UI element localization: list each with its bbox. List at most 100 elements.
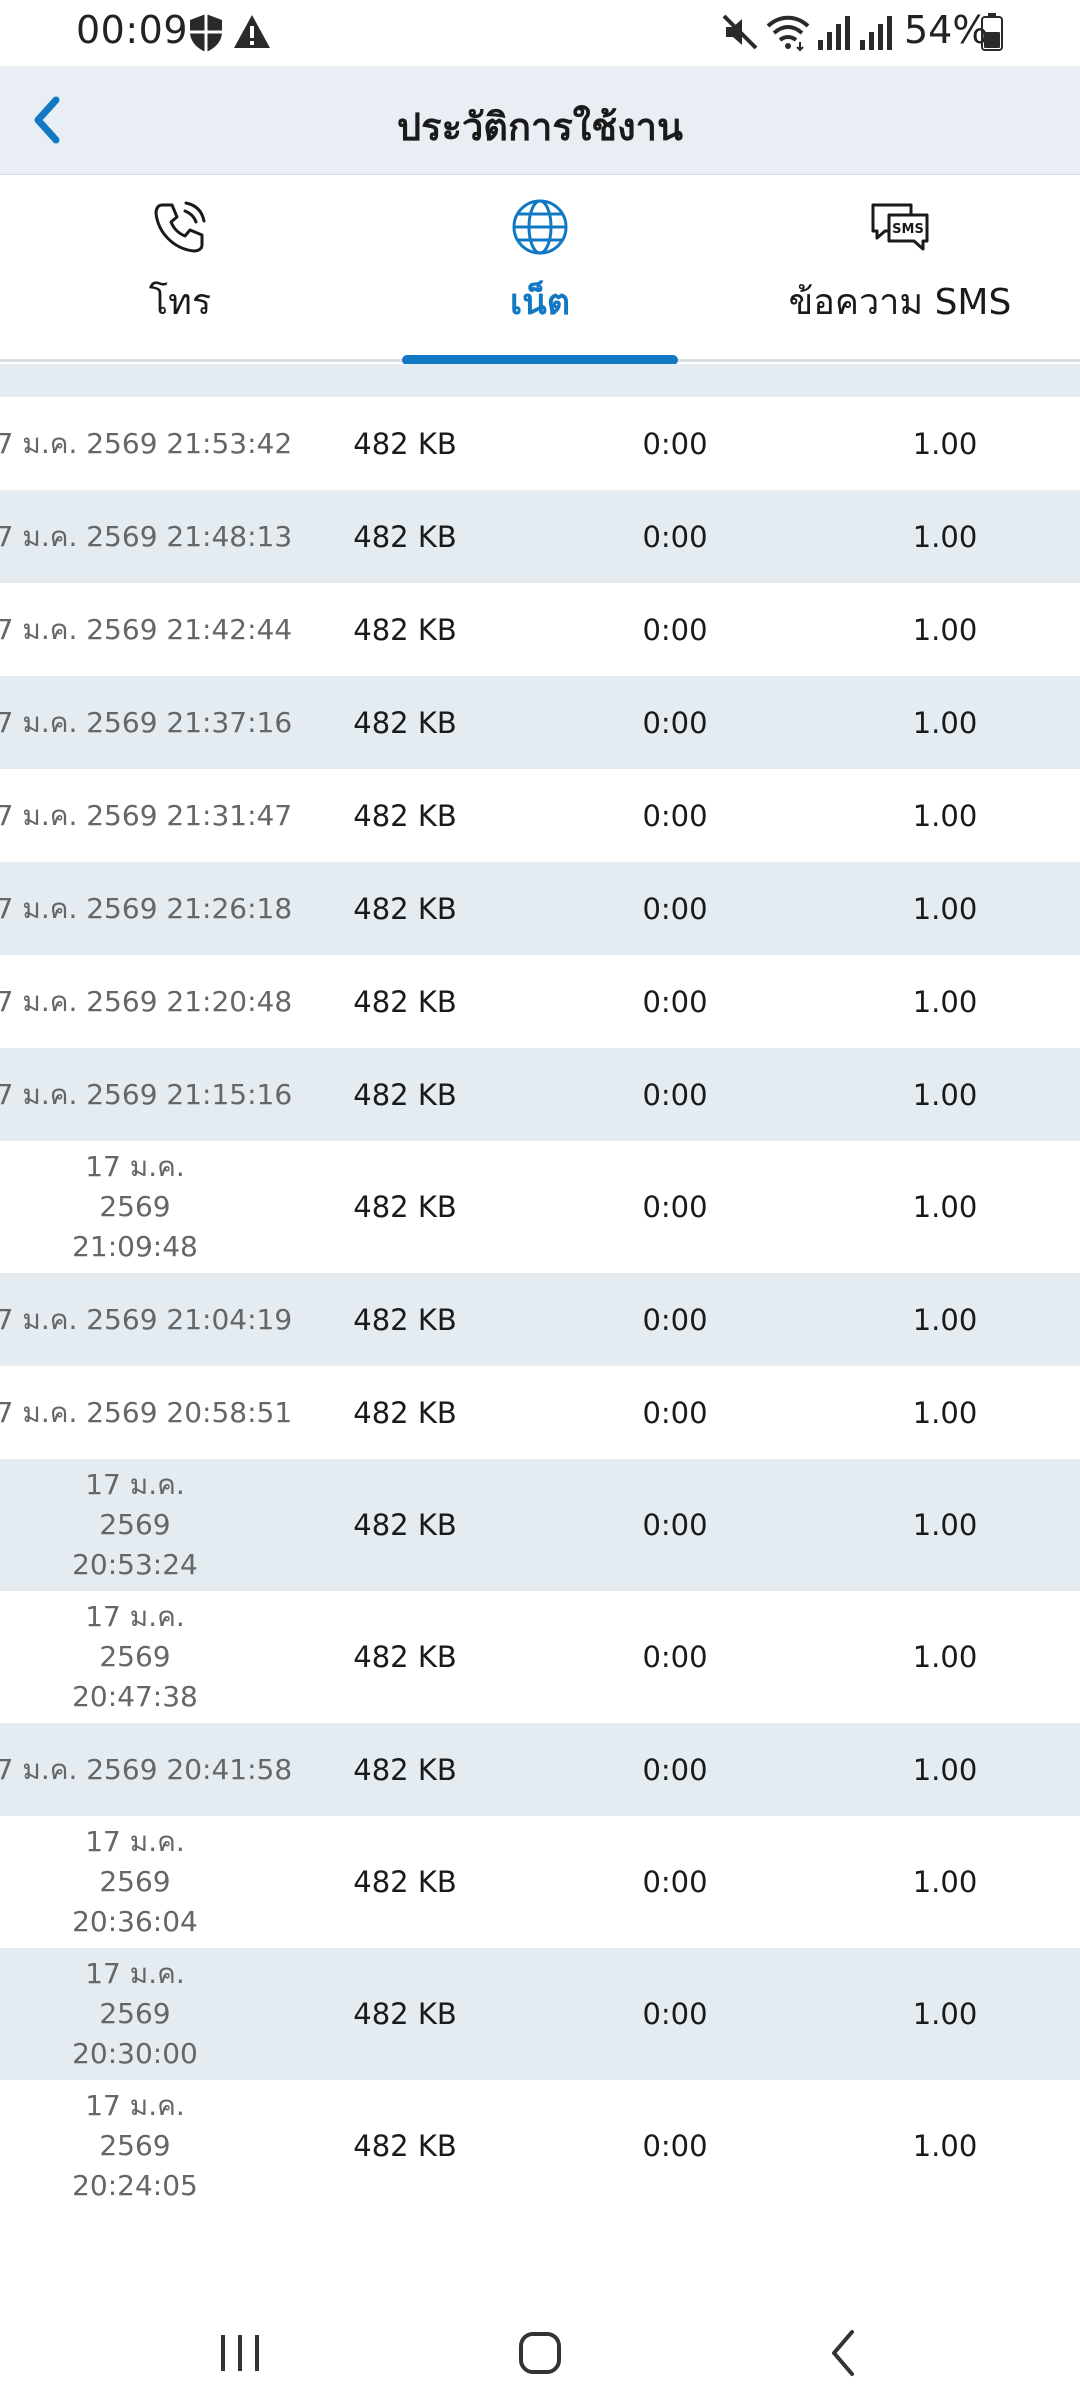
usage-cost: 1.00: [912, 1508, 978, 1542]
usage-cost: 1.00: [912, 519, 978, 554]
usage-row: 17 ม.ค. 2569 21:48:13 482 KB 0:00 1.00: [0, 490, 1080, 583]
shield-icon: [186, 12, 226, 58]
tab-internet-label: เน็ต: [509, 282, 571, 323]
tab-sms-label: ข้อความ SMS: [788, 282, 1012, 323]
usage-cost: 1.00: [912, 1865, 978, 1899]
usage-row: 17 ม.ค. 2569 20:53:24 482 KB 0:00 1.00: [0, 1459, 1080, 1591]
usage-data-size: 482 KB: [353, 984, 457, 1019]
mute-icon: [720, 12, 760, 56]
usage-date: 17 ม.ค. 2569 21:26:18: [0, 891, 293, 925]
usage-cost: 1.00: [912, 1752, 978, 1787]
usage-data-size: 482 KB: [330, 364, 480, 397]
usage-cost: 1.00: [870, 364, 1020, 397]
battery-icon: [980, 12, 1004, 56]
usage-data-size: 482 KB: [353, 1997, 457, 2031]
usage-list[interactable]: 17 ม.ค. 2569 21:59:10482 KB0:001.0017 ม.…: [0, 364, 1080, 2244]
home-button[interactable]: [480, 2318, 600, 2388]
usage-date: 17 ม.ค. 2569 21:53:42: [0, 426, 293, 460]
usage-row: 17 ม.ค. 2569 20:36:04 482 KB 0:00 1.00: [0, 1816, 1080, 1948]
globe-icon: [360, 195, 720, 259]
status-time: 00:09: [76, 8, 189, 52]
usage-cost: 1.00: [912, 426, 978, 461]
tab-calls-label: โทร: [148, 282, 212, 323]
usage-date: 17 ม.ค. 2569 20:47:38: [72, 1600, 198, 1713]
usage-duration: 0:00: [642, 519, 708, 554]
usage-row: 17 ม.ค. 2569 21:59:10 482 KB 0:00 1.00: [0, 364, 1080, 397]
usage-duration: 0:00: [642, 426, 708, 461]
usage-data-size: 482 KB: [353, 705, 457, 740]
usage-date: 17 ม.ค. 2569 21:59:10: [0, 364, 292, 397]
usage-data-size: 482 KB: [353, 1865, 457, 1899]
usage-duration: 0:00: [642, 1752, 708, 1787]
sms-icon: SMS: [720, 195, 1080, 259]
usage-date: 17 ม.ค. 2569 20:36:04: [72, 1825, 198, 1938]
usage-list-content: 17 ม.ค. 2569 21:59:10482 KB0:001.0017 ม.…: [0, 364, 1080, 2212]
usage-history-screen: 00:09 54% ประวัติการใช้งาน โทร เน็ต SMS …: [0, 0, 1080, 2408]
signal-icon: [816, 12, 852, 56]
usage-row: 17 ม.ค. 2569 21:26:18 482 KB 0:00 1.00: [0, 862, 1080, 955]
usage-data-size: 482 KB: [353, 1395, 457, 1430]
usage-duration: 0:00: [600, 364, 750, 397]
usage-cost: 1.00: [912, 1302, 978, 1337]
usage-duration: 0:00: [642, 1190, 708, 1224]
recent-apps-icon: [221, 2335, 259, 2371]
status-bar: 00:09 54%: [0, 0, 1080, 66]
usage-date: 17 ม.ค. 2569 21:37:16: [0, 705, 293, 739]
usage-date: 17 ม.ค. 2569 21:20:48: [0, 984, 293, 1018]
usage-duration: 0:00: [642, 2129, 708, 2163]
signal-icon: [858, 12, 894, 56]
usage-date: 17 ม.ค. 2569 20:24:05: [72, 2089, 198, 2202]
tab-calls[interactable]: โทร: [0, 175, 360, 355]
usage-date: 17 ม.ค. 2569 20:53:24: [72, 1468, 198, 1581]
app-header: ประวัติการใช้งาน: [0, 66, 1080, 175]
usage-data-size: 482 KB: [353, 1077, 457, 1112]
recent-apps-button[interactable]: [180, 2318, 300, 2388]
usage-duration: 0:00: [642, 1865, 708, 1899]
usage-date: 17 ม.ค. 2569 21:48:13: [0, 519, 293, 553]
usage-row: 17 ม.ค. 2569 21:04:19 482 KB 0:00 1.00: [0, 1273, 1080, 1366]
usage-data-size: 482 KB: [353, 519, 457, 554]
usage-cost: 1.00: [912, 1640, 978, 1674]
usage-row: 17 ม.ค. 2569 20:24:05 482 KB 0:00 1.00: [0, 2080, 1080, 2212]
usage-data-size: 482 KB: [353, 2129, 457, 2163]
usage-data-size: 482 KB: [353, 1640, 457, 1674]
usage-row: 17 ม.ค. 2569 21:53:42 482 KB 0:00 1.00: [0, 397, 1080, 490]
usage-date: 17 ม.ค. 2569 21:42:44: [0, 612, 293, 646]
usage-row: 17 ม.ค. 2569 20:58:51 482 KB 0:00 1.00: [0, 1366, 1080, 1459]
back-icon: [832, 2330, 854, 2376]
phone-icon: [0, 195, 360, 259]
usage-date: 17 ม.ค. 2569 21:04:19: [0, 1302, 293, 1336]
usage-data-size: 482 KB: [353, 1508, 457, 1542]
wifi-icon: [766, 12, 810, 56]
tab-internet[interactable]: เน็ต: [360, 175, 720, 355]
usage-data-size: 482 KB: [353, 1190, 457, 1224]
battery-percent: 54%: [904, 8, 989, 52]
usage-row: 17 ม.ค. 2569 21:09:48 482 KB 0:00 1.00: [0, 1141, 1080, 1273]
usage-duration: 0:00: [642, 798, 708, 833]
usage-data-size: 482 KB: [353, 1302, 457, 1337]
usage-date: 17 ม.ค. 2569 21:31:47: [0, 798, 293, 832]
home-icon: [519, 2332, 561, 2374]
usage-duration: 0:00: [642, 612, 708, 647]
tab-sms[interactable]: SMS ข้อความ SMS: [720, 175, 1080, 355]
usage-data-size: 482 KB: [353, 891, 457, 926]
usage-data-size: 482 KB: [353, 1752, 457, 1787]
usage-row: 17 ม.ค. 2569 21:31:47 482 KB 0:00 1.00: [0, 769, 1080, 862]
usage-row: 17 ม.ค. 2569 20:30:00 482 KB 0:00 1.00: [0, 1948, 1080, 2080]
usage-duration: 0:00: [642, 1640, 708, 1674]
usage-cost: 1.00: [912, 1077, 978, 1112]
usage-cost: 1.00: [912, 798, 978, 833]
usage-date: 17 ม.ค. 2569 20:58:51: [0, 1395, 293, 1429]
usage-cost: 1.00: [912, 612, 978, 647]
usage-duration: 0:00: [642, 1077, 708, 1112]
usage-date: 17 ม.ค. 2569 20:41:58: [0, 1752, 293, 1786]
usage-duration: 0:00: [642, 891, 708, 926]
usage-row: 17 ม.ค. 2569 20:47:38 482 KB 0:00 1.00: [0, 1591, 1080, 1723]
usage-row: 17 ม.ค. 2569 21:15:16 482 KB 0:00 1.00: [0, 1048, 1080, 1141]
back-nav-button[interactable]: [784, 2318, 904, 2388]
usage-data-size: 482 KB: [353, 612, 457, 647]
usage-date: 17 ม.ค. 2569 21:09:48: [72, 1150, 198, 1263]
usage-data-size: 482 KB: [353, 798, 457, 833]
usage-duration: 0:00: [642, 984, 708, 1019]
usage-row: 17 ม.ค. 2569 21:37:16 482 KB 0:00 1.00: [0, 676, 1080, 769]
